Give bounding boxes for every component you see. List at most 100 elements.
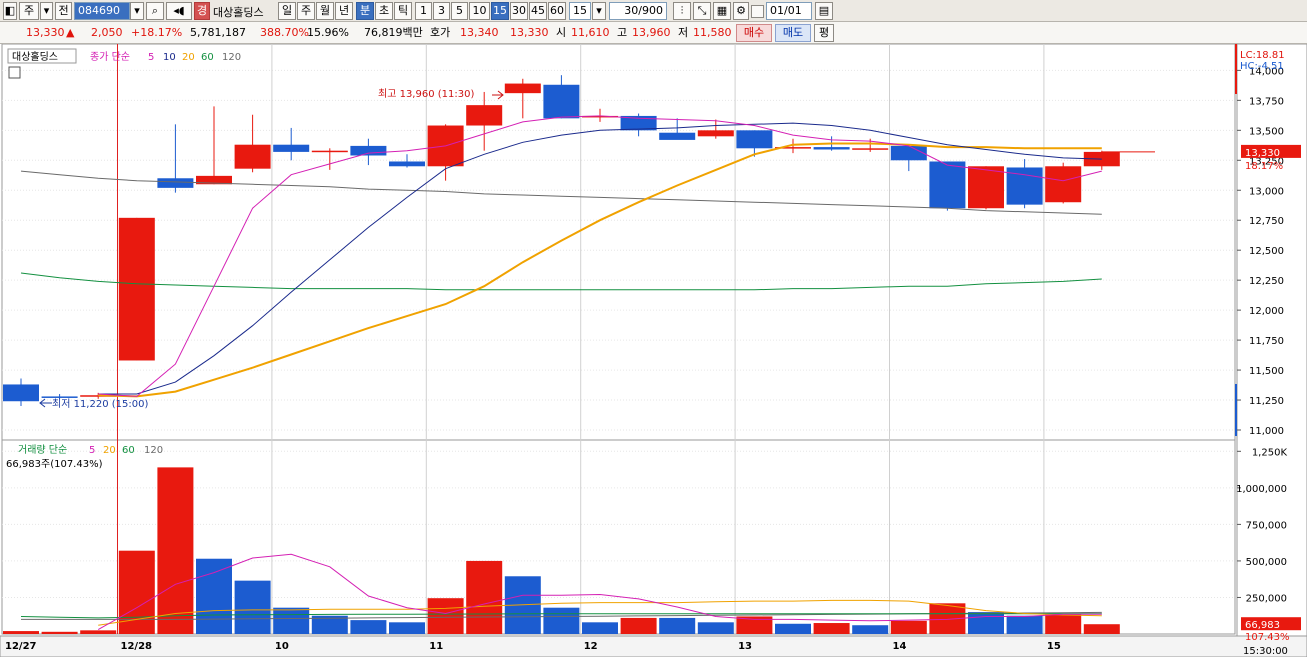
interval-15-button[interactable]: 15 bbox=[491, 2, 509, 20]
date-input[interactable]: 01/01 bbox=[766, 2, 812, 20]
low-price: 11,580 bbox=[693, 26, 732, 39]
volume-bar bbox=[1006, 615, 1043, 634]
volume-info: 66,983주(107.43%) bbox=[6, 459, 103, 470]
period-year-button[interactable]: 년 bbox=[335, 2, 353, 20]
price-tick-label: 12,750 bbox=[1249, 216, 1284, 227]
prev-button[interactable]: 전 bbox=[55, 2, 72, 20]
volume-bar bbox=[582, 622, 618, 634]
toolbar: ◧ 주 ▾ 전 084690 ▾ ⌕ ◂◖ 경 대상홀딩스 일 주 월 년 분 … bbox=[0, 0, 1307, 22]
candle-body bbox=[41, 396, 78, 398]
period-type-select[interactable]: 주 bbox=[19, 2, 39, 20]
volume-tick-label: 500,000 bbox=[1246, 557, 1287, 568]
period-day-button[interactable]: 일 bbox=[278, 2, 296, 20]
ask-price: 13,340 bbox=[460, 26, 499, 39]
candle-body bbox=[157, 178, 194, 188]
price-tick-label: 12,000 bbox=[1249, 306, 1284, 317]
volume-bar bbox=[41, 631, 78, 634]
current-volume-tag-text: 66,983 bbox=[1245, 620, 1280, 631]
volume-bar bbox=[1045, 613, 1082, 634]
eval-button[interactable]: 평 bbox=[814, 24, 834, 42]
price-tick-label: 12,250 bbox=[1249, 276, 1284, 287]
stock-name: 대상홀딩스 bbox=[213, 6, 264, 19]
sound-icon[interactable]: ◂◖ bbox=[166, 2, 192, 20]
volume-bar bbox=[234, 580, 271, 634]
period-second-button[interactable]: 초 bbox=[375, 2, 393, 20]
interval-select[interactable]: 15 bbox=[569, 2, 591, 20]
sell-button[interactable]: 매도 bbox=[775, 24, 811, 42]
period-week-button[interactable]: 주 bbox=[297, 2, 315, 20]
high-arrow-icon bbox=[492, 90, 504, 100]
price-panel bbox=[3, 75, 1155, 408]
date-label: 10 bbox=[275, 641, 289, 652]
code-dropdown-icon[interactable]: ▾ bbox=[130, 2, 144, 20]
volume-bar bbox=[890, 620, 927, 634]
volume-bar bbox=[620, 617, 657, 634]
low-annotation: 최저 11,220 (15:00) bbox=[52, 398, 148, 410]
volume-bar bbox=[157, 467, 194, 634]
interval-5-button[interactable]: 5 bbox=[451, 2, 468, 20]
candle-type-icon[interactable]: ⫶ bbox=[673, 2, 691, 20]
stock-chart: 11,000 11,250 11,500 11,750 12,000 12,250 12,5… bbox=[0, 44, 1307, 657]
volume-bar bbox=[196, 558, 232, 634]
date-checkbox[interactable] bbox=[751, 5, 764, 18]
volume-bar bbox=[852, 625, 889, 634]
candle-body bbox=[659, 132, 696, 140]
period-minute-button[interactable]: 분 bbox=[356, 2, 374, 20]
interval-1-button[interactable]: 1 bbox=[415, 2, 432, 20]
stock-code-input[interactable]: 084690 bbox=[74, 2, 130, 20]
period-type-dropdown-icon[interactable]: ▾ bbox=[40, 2, 53, 20]
period-tick-button[interactable]: 틱 bbox=[394, 2, 412, 20]
price-legend-label: 종가 단순 bbox=[90, 51, 130, 63]
volume-bar bbox=[427, 598, 464, 634]
interval-10-button[interactable]: 10 bbox=[469, 2, 490, 20]
candle-body bbox=[1045, 166, 1082, 203]
interval-30-button[interactable]: 30 bbox=[510, 2, 528, 20]
price-tick-label: 11,750 bbox=[1249, 336, 1284, 347]
price-tick-label: 13,500 bbox=[1249, 126, 1284, 137]
volume-tick-label: 750,000 bbox=[1246, 520, 1287, 531]
current-price-tag-text: 13,330 bbox=[1245, 148, 1280, 159]
candle-body bbox=[813, 147, 850, 150]
volume-bar bbox=[968, 612, 1004, 634]
settings-gear-icon[interactable]: ⚙ bbox=[733, 2, 749, 20]
volume-panel bbox=[3, 467, 1120, 634]
volume-tick-label: 1,250K bbox=[1252, 447, 1288, 458]
menu-icon[interactable]: ◧ bbox=[3, 2, 17, 20]
buy-button[interactable]: 매수 bbox=[736, 24, 772, 42]
price-ma60-line bbox=[20, 272, 1102, 291]
date-label: 13 bbox=[738, 641, 752, 652]
line-tool-icon[interactable]: ⤡ bbox=[693, 2, 711, 20]
interval-dropdown-icon[interactable]: ▾ bbox=[592, 2, 606, 20]
high-annotation: 최고 13,960 (11:30) bbox=[378, 88, 474, 100]
candle-body bbox=[3, 384, 39, 402]
current-volume-pct-text: 107.43% bbox=[1245, 632, 1290, 643]
price-legend-ma20: 20 bbox=[182, 52, 195, 63]
price-tick-label: 11,500 bbox=[1249, 366, 1284, 377]
price-legend-ma5: 5 bbox=[148, 52, 154, 63]
low-label: 저 bbox=[678, 26, 689, 39]
date-label: 15 bbox=[1047, 641, 1061, 652]
trade-amount: 76,819백만 bbox=[364, 26, 423, 39]
search-icon[interactable]: ⌕ bbox=[146, 2, 164, 20]
high-price: 13,960 bbox=[632, 26, 671, 39]
date-label: 12/28 bbox=[121, 641, 153, 652]
interval-3-button[interactable]: 3 bbox=[433, 2, 450, 20]
period-month-button[interactable]: 월 bbox=[316, 2, 334, 20]
price-tick-label: 13,750 bbox=[1249, 96, 1284, 107]
grid-icon[interactable]: ▦ bbox=[713, 2, 731, 20]
volume-bar bbox=[1083, 624, 1120, 634]
volume-legend-ma5: 5 bbox=[89, 445, 95, 456]
table-toggle-icon[interactable] bbox=[8, 66, 21, 79]
price-legend-ma60: 60 bbox=[201, 52, 214, 63]
calendar-icon[interactable]: ▤ bbox=[815, 2, 833, 20]
bar-count-input[interactable]: 30/900 bbox=[609, 2, 667, 20]
candle-body bbox=[234, 144, 271, 169]
price-tick-label: 13,000 bbox=[1249, 186, 1284, 197]
interval-60-button[interactable]: 60 bbox=[548, 2, 566, 20]
volume-bar bbox=[466, 560, 503, 634]
volume-bar bbox=[350, 620, 387, 634]
volume-bar bbox=[659, 617, 696, 634]
price-up-arrow-icon: ▲ bbox=[66, 26, 75, 39]
interval-45-button[interactable]: 45 bbox=[529, 2, 547, 20]
high-label: 고 bbox=[617, 26, 628, 39]
